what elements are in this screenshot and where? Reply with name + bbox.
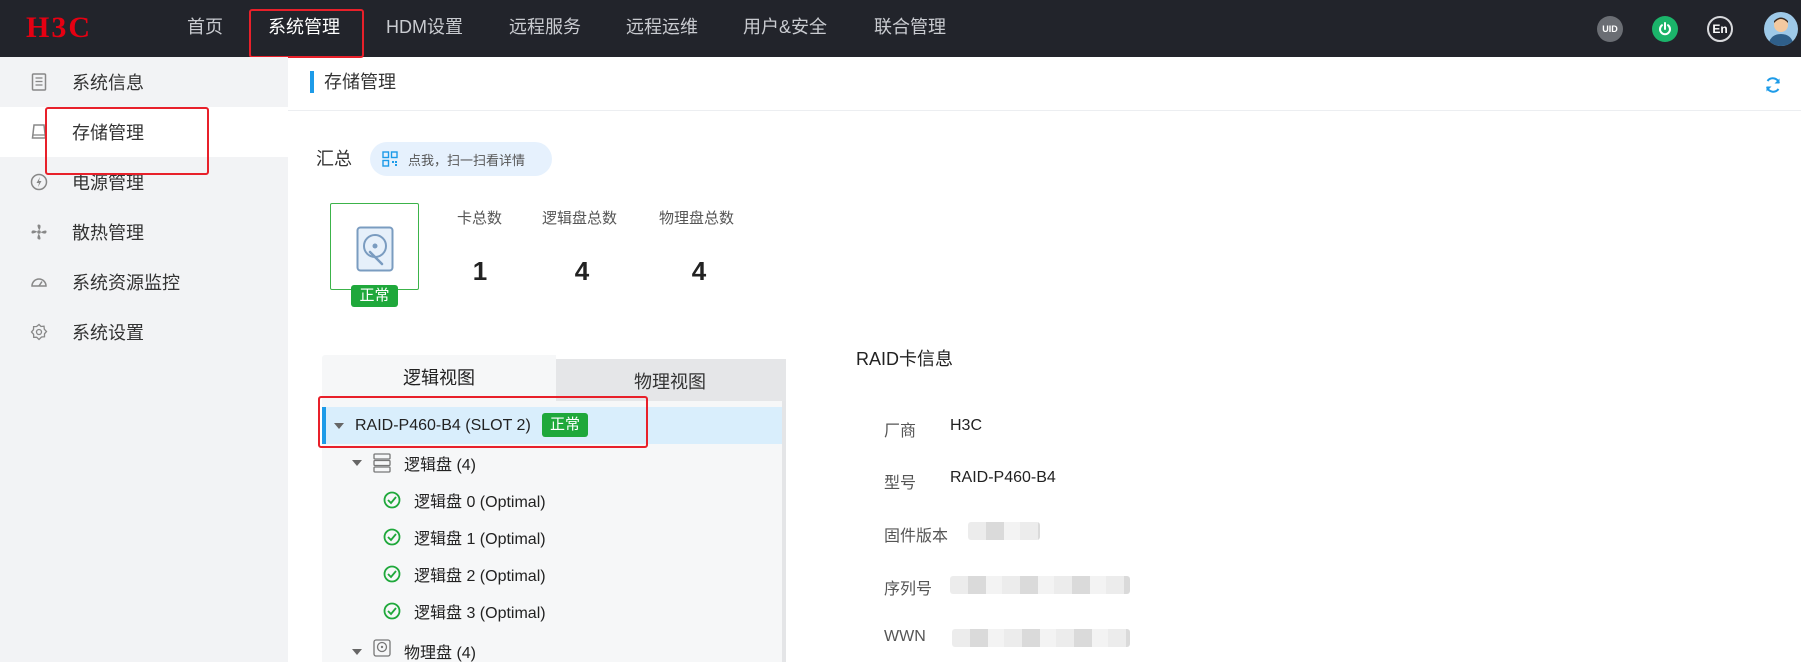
sidebar-item-label: 存储管理 [72,123,144,143]
sidebar-item-label: 电源管理 [72,173,144,193]
logical-disk-label: 逻辑盘 2 (Optimal) [414,567,546,585]
info-value-firmware-redacted [968,522,1040,540]
qr-code-icon [382,151,398,167]
refresh-icon[interactable] [1763,75,1783,95]
power-icon [1659,22,1671,36]
stat-value-logical-total: 4 [574,256,590,286]
stat-label-physical-total: 物理盘总数 [659,210,735,227]
stat-label-card-total: 卡总数 [457,210,503,227]
nav-hdm-settings[interactable]: HDM设置 [386,0,463,57]
sidebar-item-storage[interactable]: 存储管理 [0,107,288,157]
page-title: 存储管理 [324,72,396,92]
sidebar-item-label: 系统资源监控 [72,273,180,293]
nav-federated-management[interactable]: 联合管理 [874,0,946,57]
sidebar-item-system-settings[interactable]: 系统设置 [0,307,288,357]
tree-node-logical-disk-3[interactable]: 逻辑盘 3 (Optimal) [322,592,786,629]
nav-remote-ops[interactable]: 远程运维 [626,0,698,57]
fan-icon [30,223,48,241]
tree-node-logical-group[interactable]: 逻辑盘 (4) [322,444,786,481]
sidebar-item-system-info[interactable]: 系统信息 [0,57,288,107]
selection-indicator [322,407,326,444]
tree-node-physical-group[interactable]: 物理盘 (4) [322,629,786,662]
info-value-serial-redacted [950,576,1130,594]
check-circle-icon [383,602,401,620]
page-header [288,57,1801,111]
stat-value-card-total: 1 [472,256,488,286]
tab-physical-view[interactable]: 物理视图 [554,359,786,405]
user-avatar-icon [1768,17,1794,46]
info-value-model: RAID-P460-B4 [950,469,1056,486]
tree-node-logical-disk-0[interactable]: 逻辑盘 0 (Optimal) [322,481,786,518]
info-label-wwn: WWN [884,628,926,645]
avatar[interactable] [1764,12,1798,46]
sidebar-item-power[interactable]: 电源管理 [0,157,288,207]
tree-node-logical-disk-2[interactable]: 逻辑盘 2 (Optimal) [322,555,786,592]
document-icon [30,73,48,91]
top-navigation-bar: H3C 首页 系统管理 HDM设置 远程服务 远程运维 用户&安全 联合管理 U… [0,0,1801,57]
logical-disk-label: 逻辑盘 0 (Optimal) [414,493,546,511]
logical-group-label: 逻辑盘 (4) [404,456,477,474]
nav-remote-service[interactable]: 远程服务 [509,0,581,57]
tree-scrollbar[interactable] [782,401,786,662]
caret-down-icon[interactable] [352,649,362,655]
sidebar-item-label: 系统信息 [72,73,144,93]
gauge-icon [30,273,48,291]
sidebar-item-resource-monitor[interactable]: 系统资源监控 [0,257,288,307]
tab-logical-view[interactable]: 逻辑视图 [322,355,556,401]
storage-status-card [330,203,419,290]
physical-group-label: 物理盘 (4) [404,645,477,662]
summary-label: 汇总 [316,149,352,169]
sidebar-item-label: 系统设置 [72,323,144,343]
stat-label-logical-total: 逻辑盘总数 [542,210,618,227]
nav-user-security[interactable]: 用户&安全 [743,0,827,57]
language-button[interactable]: En [1707,16,1733,42]
scan-text: 点我，扫一扫看详情 [408,152,526,168]
info-value-vendor: H3C [950,417,983,434]
controller-status-badge: 正常 [542,413,589,437]
storage-status-badge: 正常 [351,285,398,307]
physical-disk-icon [373,639,391,657]
title-accent-bar [310,71,314,93]
raid-info-title: RAID卡信息 [856,349,954,369]
storage-tree: RAID-P460-B4 (SLOT 2) 正常 逻辑盘 (4) 逻辑盘 0 (… [322,401,786,662]
check-circle-icon [383,528,401,546]
power-button[interactable] [1652,16,1678,42]
info-label-firmware: 固件版本 [884,528,949,545]
sidebar-item-cooling[interactable]: 散热管理 [0,207,288,257]
logical-disk-label: 逻辑盘 1 (Optimal) [414,530,546,548]
gear-icon [30,323,48,341]
logical-disk-stack-icon [373,453,391,473]
info-label-model: 型号 [884,475,917,492]
sidebar-item-label: 散热管理 [72,223,144,243]
h3c-logo[interactable]: H3C [26,12,92,44]
sidebar: 系统信息 存储管理 电源管理 散热管理 系统资源监控 系统设置 [0,57,288,662]
controller-label: RAID-P460-B4 (SLOT 2) [355,416,531,434]
hard-disk-icon [356,226,394,272]
uid-button[interactable]: UID [1597,16,1623,42]
info-label-vendor: 厂商 [884,423,917,440]
logical-disk-label: 逻辑盘 3 (Optimal) [414,604,546,622]
tree-node-raid-controller[interactable]: RAID-P460-B4 (SLOT 2) 正常 [322,407,786,444]
power-icon [30,173,48,191]
info-value-wwn-redacted [952,629,1130,647]
caret-down-icon[interactable] [334,423,344,429]
check-circle-icon [383,491,401,509]
caret-down-icon[interactable] [352,460,362,466]
drive-icon [30,123,48,141]
check-circle-icon [383,565,401,583]
info-label-serial: 序列号 [884,581,933,598]
nav-home[interactable]: 首页 [187,0,223,57]
nav-system-management[interactable]: 系统管理 [268,0,340,57]
scan-qr-button[interactable]: 点我，扫一扫看详情 [370,142,552,176]
tree-node-logical-disk-1[interactable]: 逻辑盘 1 (Optimal) [322,518,786,555]
stat-value-physical-total: 4 [691,256,707,286]
